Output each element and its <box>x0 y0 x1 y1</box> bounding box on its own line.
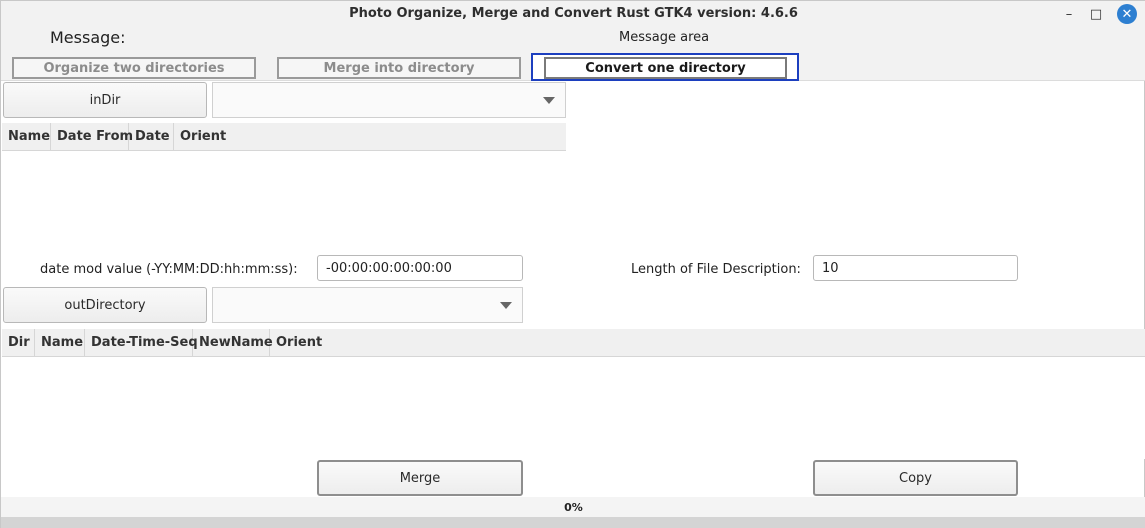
progress-bar <box>1 517 1145 528</box>
close-icon[interactable]: ✕ <box>1117 4 1137 24</box>
date-mod-input[interactable]: -00:00:00:00:00:00 <box>317 255 523 281</box>
merge-button[interactable]: Merge <box>317 460 523 496</box>
column-header-orient[interactable]: Orient <box>270 329 340 357</box>
out-table-body[interactable] <box>2 357 1145 459</box>
title-bar[interactable]: Photo Organize, Merge and Convert Rust G… <box>1 1 1145 27</box>
app-window: Photo Organize, Merge and Convert Rust G… <box>0 0 1145 528</box>
column-header-name[interactable]: Name <box>2 122 51 151</box>
out-table-header: Dir Name Date-Time-Seq NewName Orient <box>2 328 1145 357</box>
chevron-down-icon <box>543 97 555 104</box>
file-description-length-label: Length of File Description: <box>631 262 801 277</box>
column-header-name[interactable]: Name <box>35 328 85 357</box>
maximize-icon[interactable]: □ <box>1087 5 1105 23</box>
in-dir-dropdown[interactable] <box>212 82 566 118</box>
column-header-date-time-seq[interactable]: Date-Time-Seq <box>85 328 198 357</box>
file-description-length-input[interactable]: 10 <box>813 255 1018 281</box>
out-directory-dropdown[interactable] <box>212 287 523 323</box>
in-dir-table-header: Name Date From Date Orient <box>2 122 566 151</box>
column-header-orient[interactable]: Orient <box>174 123 244 151</box>
in-dir-button[interactable]: inDir <box>3 82 207 118</box>
column-header-date-from[interactable]: Date From <box>51 122 133 151</box>
copy-button[interactable]: Copy <box>813 460 1018 496</box>
column-header-new-name[interactable]: NewName <box>193 328 273 357</box>
tab-merge-into-directory[interactable]: Merge into directory <box>277 57 521 79</box>
tab-convert-one-directory[interactable]: Convert one directory <box>544 57 787 79</box>
message-area: Message area <box>619 30 710 45</box>
in-dir-table-body[interactable] <box>2 151 566 251</box>
tab-organize-two-directories[interactable]: Organize two directories <box>12 57 256 79</box>
window-title: Photo Organize, Merge and Convert Rust G… <box>349 6 798 21</box>
minimize-icon[interactable]: – <box>1060 5 1078 23</box>
date-mod-label: date mod value (-YY:MM:DD:hh:mm:ss): <box>40 262 298 277</box>
progress-text: 0% <box>564 501 583 514</box>
column-header-dir[interactable]: Dir <box>2 328 35 357</box>
column-header-date[interactable]: Date <box>129 122 174 151</box>
message-label: Message: <box>50 28 126 47</box>
chevron-down-icon <box>500 302 512 309</box>
out-directory-button[interactable]: outDirectory <box>3 287 207 323</box>
